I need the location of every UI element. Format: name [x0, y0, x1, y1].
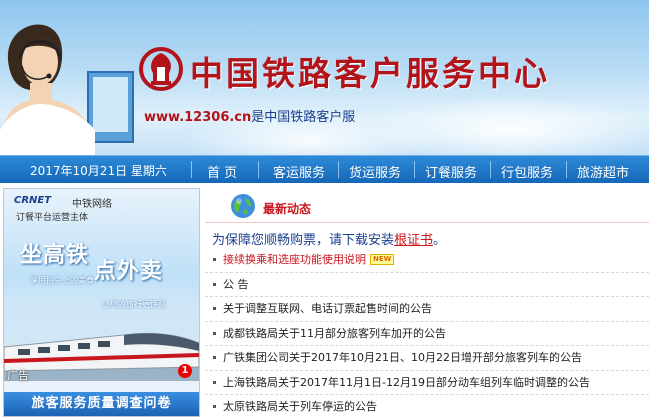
- news-item-title: 接续换乘和选座功能使用说明: [223, 253, 366, 266]
- current-date: 2017年10月21日 星期六: [30, 164, 167, 178]
- nav-separator: [490, 161, 491, 178]
- nav-item-luggage-service[interactable]: 行包服务: [501, 162, 553, 181]
- ad-headline-2: 点外卖: [94, 259, 164, 284]
- nav-item-freight-service[interactable]: 货运服务: [349, 162, 401, 181]
- news-header: 最新动态: [205, 188, 649, 223]
- news-item[interactable]: 接续换乘和选座功能使用说明 NEW: [205, 248, 649, 273]
- ad-tagline-1: 享用指尖上的美食: [30, 276, 94, 285]
- bullet-icon: [213, 282, 216, 286]
- root-certificate-link[interactable]: 根证书: [394, 233, 433, 248]
- china-railway-logo-icon: [139, 47, 183, 91]
- site-url-caption: 是中国铁路客户服: [251, 110, 356, 125]
- site-header: 中国铁路客户服务中心 www.12306.cn是中国铁路客户服: [0, 0, 649, 155]
- nav-separator: [566, 161, 567, 178]
- nav-separator: [414, 161, 415, 178]
- main-nav: 2017年10月21日 星期六 首 页 客运服务 货运服务 订餐服务 行包服务 …: [0, 155, 649, 183]
- globe-icon: [231, 194, 255, 218]
- news-item[interactable]: 上海铁路局关于2017年11月1日-12月19日部分动车组列车临时调整的公告: [205, 371, 649, 395]
- news-item[interactable]: 广铁集团公司关于2017年10月21日、10月22日增开部分旅客列车的公告: [205, 346, 649, 371]
- catering-ad-panel[interactable]: CRNET 中铁网络 订餐平台运营主体 坐高铁 享用指尖上的美食 点外卖 让您的…: [3, 188, 200, 417]
- news-item[interactable]: 太原铁路局关于列车停运的公告: [205, 395, 649, 415]
- bullet-icon: [213, 356, 216, 359]
- news-item-title: 关于调整互联网、电话订票起售时间的公告: [223, 302, 432, 315]
- notice-text: 为保障您顺畅购票，请下载安装: [212, 233, 395, 248]
- ad-brand-logo: CRNET: [14, 195, 52, 206]
- bullet-icon: [213, 258, 216, 261]
- nav-separator: [258, 161, 259, 178]
- news-item[interactable]: 公 告: [205, 273, 649, 297]
- high-speed-train-image: [4, 332, 199, 381]
- ad-page-badge[interactable]: 1: [178, 364, 192, 378]
- new-badge: NEW: [370, 254, 395, 265]
- ad-label: 广告: [7, 369, 29, 382]
- service-survey-banner[interactable]: 旅客服务质量调查问卷: [4, 392, 199, 416]
- ad-subtitle: 订餐平台运营主体: [16, 213, 89, 223]
- news-item-title: 太原铁路局关于列车停运的公告: [223, 400, 377, 413]
- notice-end: 。: [433, 233, 447, 248]
- nav-item-travel-market[interactable]: 旅游超市: [577, 162, 629, 181]
- nav-separator: [338, 161, 339, 178]
- customer-service-agent-image: [0, 24, 134, 155]
- site-url[interactable]: www.12306.cn: [144, 110, 251, 125]
- news-title: 最新动态: [263, 202, 312, 216]
- site-url-line: www.12306.cn是中国铁路客户服: [144, 106, 355, 125]
- news-item-title: 公 告: [223, 277, 249, 291]
- news-item[interactable]: 成都铁路局关于11月部分旅客列车加开的公告: [205, 322, 649, 346]
- ad-headline-1: 坐高铁: [20, 243, 90, 268]
- nav-separator: [191, 161, 192, 178]
- news-list: 接续换乘和选座功能使用说明 NEW 公 告 关于调整互联网、电话订票起售时间的公告…: [205, 248, 649, 415]
- ad-brand-name: 中铁网络: [72, 199, 112, 210]
- site-title: 中国铁路客户服务中心: [190, 54, 550, 93]
- news-item-title: 上海铁路局关于2017年11月1日-12月19日部分动车组列车临时调整的公告: [223, 375, 590, 389]
- bullet-icon: [213, 405, 216, 408]
- bullet-icon: [213, 380, 216, 384]
- bullet-icon: [213, 331, 216, 335]
- nav-item-passenger-service[interactable]: 客运服务: [273, 162, 325, 181]
- news-item-title: 成都铁路局关于11月部分旅客列车加开的公告: [223, 326, 446, 340]
- news-item[interactable]: 关于调整互联网、电话订票起售时间的公告: [205, 297, 649, 322]
- nav-item-home[interactable]: 首 页: [207, 162, 237, 181]
- latest-news-panel: 最新动态 为保障您顺畅购票，请下载安装根证书。 接续换乘和选座功能使用说明 NEW…: [205, 188, 649, 415]
- bullet-icon: [213, 307, 216, 310]
- news-item-title: 广铁集团公司关于2017年10月21日、10月22日增开部分旅客列车的公告: [223, 351, 582, 364]
- certificate-notice: 为保障您顺畅购票，请下载安装根证书。: [212, 229, 446, 248]
- nav-item-catering-service[interactable]: 订餐服务: [425, 162, 477, 181]
- ad-banner[interactable]: CRNET 中铁网络 订餐平台运营主体 坐高铁 享用指尖上的美食 点外卖 让您的…: [4, 189, 199, 382]
